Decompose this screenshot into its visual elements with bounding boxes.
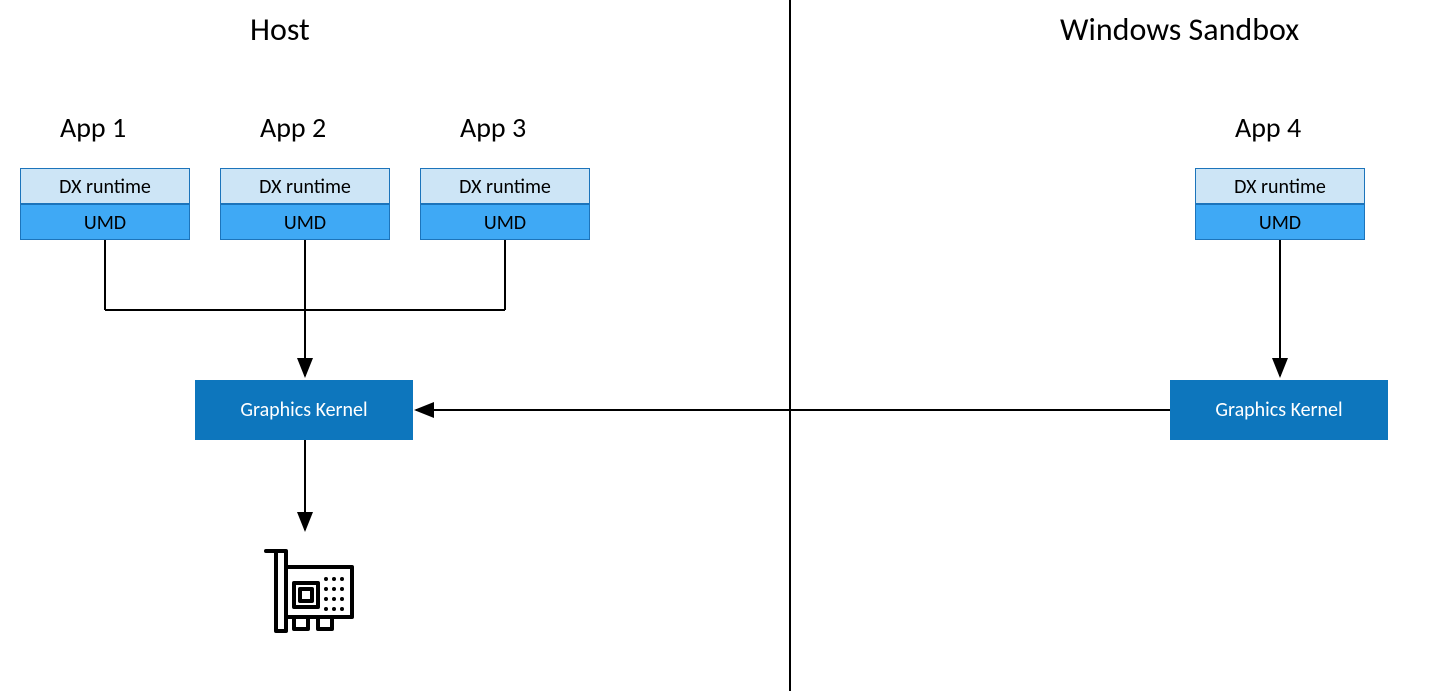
host-kernel-box: Graphics Kernel [195, 380, 413, 440]
app3-dx-box: DX runtime [420, 168, 590, 204]
host-title: Host [250, 10, 310, 49]
app3-title: App 3 [460, 110, 526, 145]
app4-umd-box: UMD [1195, 204, 1365, 240]
app3-umd-box: UMD [420, 204, 590, 240]
sandbox-title: Windows Sandbox [1060, 10, 1299, 49]
app1-umd-box: UMD [20, 204, 190, 240]
sandbox-kernel-box: Graphics Kernel [1170, 380, 1388, 440]
app4-dx-box: DX runtime [1195, 168, 1365, 204]
app2-umd-box: UMD [220, 204, 390, 240]
gpu-hardware-icon [260, 545, 360, 645]
diagram-connectors [0, 0, 1435, 691]
app1-dx-box: DX runtime [20, 168, 190, 204]
app1-title: App 1 [60, 110, 126, 145]
app4-title: App 4 [1235, 110, 1301, 145]
app2-title: App 2 [260, 110, 326, 145]
app2-dx-box: DX runtime [220, 168, 390, 204]
